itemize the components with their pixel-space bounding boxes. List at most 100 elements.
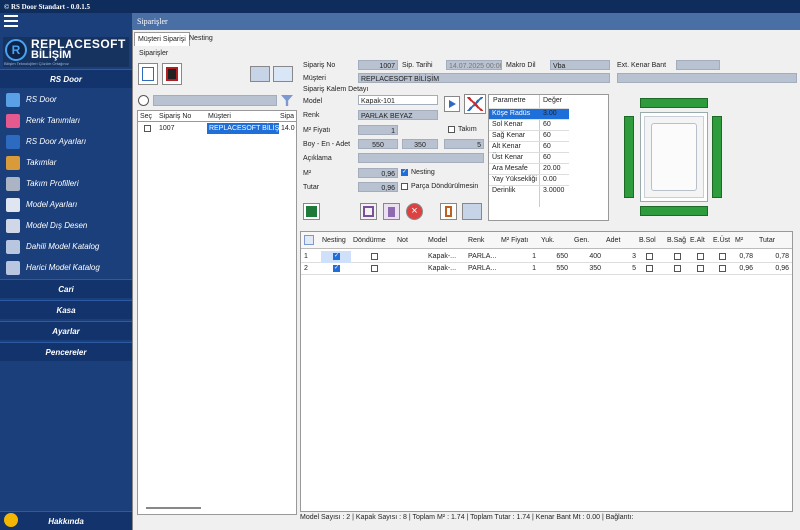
grid-cell-fiyat[interactable]: 1 bbox=[506, 253, 536, 260]
siparis-no-field[interactable]: 1007 bbox=[358, 60, 398, 70]
sidebar-item-7[interactable]: Dahili Model Katalog bbox=[0, 237, 132, 257]
bottom-edge-bar[interactable] bbox=[640, 206, 708, 216]
excel-export-icon[interactable] bbox=[303, 203, 320, 220]
edge-cell-checkbox-0[interactable] bbox=[646, 253, 653, 260]
print-layout-button[interactable] bbox=[162, 63, 182, 85]
en-field[interactable]: 350 bbox=[402, 139, 438, 149]
grid-col-9[interactable]: B.Sol bbox=[639, 237, 656, 244]
section-rs-door[interactable]: RS Door bbox=[0, 69, 132, 88]
left-edge-bar[interactable] bbox=[624, 116, 634, 198]
param-value-cell[interactable]: 20.00 bbox=[543, 165, 561, 172]
eraser-icon[interactable] bbox=[273, 66, 293, 82]
grid-col-6[interactable]: Yuk. bbox=[541, 237, 555, 244]
order-date-cell[interactable]: 14.0 bbox=[281, 125, 295, 132]
print-icon[interactable] bbox=[462, 203, 482, 220]
play-button[interactable] bbox=[444, 96, 460, 112]
makro-dil-select[interactable]: Vba bbox=[550, 60, 610, 70]
renk-select[interactable]: PARLAK BEYAZ bbox=[358, 110, 438, 120]
grid-col-8[interactable]: Adet bbox=[606, 237, 620, 244]
ext-kenar-bant-field[interactable] bbox=[676, 60, 720, 70]
grid-cell-gen[interactable]: 350 bbox=[571, 265, 601, 272]
top-edge-bar[interactable] bbox=[640, 98, 708, 108]
col-sipa[interactable]: Sipa bbox=[280, 113, 294, 120]
printer-icon[interactable] bbox=[250, 66, 270, 82]
sidebar-item-5[interactable]: Model Ayarları bbox=[0, 195, 132, 215]
edge-cell-checkbox-3[interactable] bbox=[719, 253, 726, 260]
grid-cell-tutar[interactable]: 0,96 bbox=[759, 265, 789, 272]
sip-tarihi-field[interactable]: 14.07.2025 00:00 bbox=[446, 60, 502, 70]
grid-cell-model[interactable]: Kapak-... bbox=[428, 265, 456, 272]
section-pencereler[interactable]: Pencereler bbox=[0, 342, 132, 361]
grid-cell-fiyat[interactable]: 1 bbox=[506, 265, 536, 272]
grid-options-icon[interactable] bbox=[304, 235, 314, 245]
col-sec[interactable]: Seç bbox=[140, 113, 152, 120]
boy-field[interactable]: 550 bbox=[358, 139, 398, 149]
section-kasa[interactable]: Kasa bbox=[0, 300, 132, 319]
section-cari[interactable]: Cari bbox=[0, 279, 132, 298]
sidebar-item-0[interactable]: RS Door bbox=[0, 90, 132, 110]
adet-field[interactable]: 5 bbox=[444, 139, 484, 149]
nesting-checkbox[interactable] bbox=[401, 168, 408, 176]
param-value-cell[interactable]: 60 bbox=[543, 121, 551, 128]
dondurme-cell-checkbox[interactable] bbox=[371, 265, 378, 272]
door-preview-icon[interactable] bbox=[440, 203, 457, 220]
edge-cell-checkbox-0[interactable] bbox=[646, 265, 653, 272]
grid-cell-yuk[interactable]: 650 bbox=[538, 253, 568, 260]
dondurme-cell-checkbox[interactable] bbox=[371, 253, 378, 260]
grid-col-4[interactable]: Renk bbox=[468, 237, 484, 244]
param-value-cell[interactable]: 3.0000 bbox=[543, 187, 564, 194]
param-value-cell[interactable]: 60 bbox=[543, 154, 551, 161]
sidebar-item-4[interactable]: Takım Profilleri bbox=[0, 174, 132, 194]
trash-icon[interactable] bbox=[383, 203, 400, 220]
tools-settings-button[interactable] bbox=[464, 94, 486, 114]
new-document-button[interactable] bbox=[138, 63, 158, 85]
edge-cell-checkbox-3[interactable] bbox=[719, 265, 726, 272]
save-icon[interactable] bbox=[360, 203, 377, 220]
grid-cell-yuk[interactable]: 550 bbox=[538, 265, 568, 272]
param-value-cell[interactable]: 60 bbox=[543, 143, 551, 150]
horizontal-scrollbar[interactable] bbox=[146, 507, 201, 509]
grid-col-12[interactable]: E.Üst bbox=[713, 237, 730, 244]
grid-col-1[interactable]: Döndürme bbox=[353, 237, 386, 244]
grid-col-10[interactable]: B.Sağ bbox=[667, 237, 686, 244]
grid-col-3[interactable]: Model bbox=[428, 237, 447, 244]
grid-cell-renk[interactable]: PARLA... bbox=[468, 253, 496, 260]
col-musteri[interactable]: Müşteri bbox=[208, 113, 231, 120]
grid-cell-tutar[interactable]: 0,78 bbox=[759, 253, 789, 260]
m2-fiyati-field[interactable]: 1 bbox=[358, 125, 398, 135]
param-value-cell[interactable]: 3.00 bbox=[543, 110, 557, 117]
grid-col-0[interactable]: Nesting bbox=[322, 237, 346, 244]
tutar-field[interactable]: 0,96 bbox=[358, 182, 398, 192]
sidebar-item-6[interactable]: Model Dış Desen bbox=[0, 216, 132, 236]
section-ayarlar[interactable]: Ayarlar bbox=[0, 321, 132, 340]
grid-cell-adet[interactable]: 3 bbox=[606, 253, 636, 260]
sidebar-item-3[interactable]: Takımlar bbox=[0, 153, 132, 173]
nesting-cell-checkbox[interactable] bbox=[333, 264, 340, 272]
cancel-icon[interactable]: × bbox=[406, 203, 423, 220]
edge-cell-checkbox-2[interactable] bbox=[697, 265, 704, 272]
model-select[interactable]: Kapak-101 bbox=[358, 95, 438, 105]
about-button[interactable]: Hakkında bbox=[0, 511, 132, 530]
grid-cell-adet[interactable]: 5 bbox=[606, 265, 636, 272]
nesting-cell-checkbox[interactable] bbox=[333, 252, 340, 260]
edge-cell-checkbox-2[interactable] bbox=[697, 253, 704, 260]
param-value-cell[interactable]: 60 bbox=[543, 132, 551, 139]
order-select-checkbox[interactable] bbox=[144, 125, 151, 132]
grid-cell-m2[interactable]: 0,78 bbox=[723, 253, 753, 260]
grid-col-14[interactable]: Tutar bbox=[759, 237, 775, 244]
aciklama-field[interactable] bbox=[358, 153, 484, 163]
edge-cell-checkbox-1[interactable] bbox=[674, 265, 681, 272]
sidebar-item-2[interactable]: RS Door Ayarları bbox=[0, 132, 132, 152]
grid-cell-gen[interactable]: 400 bbox=[571, 253, 601, 260]
order-no-cell[interactable]: 1007 bbox=[159, 125, 175, 132]
param-value-cell[interactable]: 0.00 bbox=[543, 176, 557, 183]
sidebar-item-1[interactable]: Renk Tanımları bbox=[0, 111, 132, 131]
grid-col-11[interactable]: E.Alt bbox=[690, 237, 705, 244]
grid-cell-renk[interactable]: PARLA... bbox=[468, 265, 496, 272]
tab-musteri-siparisi[interactable]: Müşteri Siparişi bbox=[134, 32, 190, 46]
parca-dondurulmesin-checkbox[interactable] bbox=[401, 183, 408, 190]
musteri-field[interactable]: REPLACESOFT BİLİŞİM bbox=[358, 73, 610, 83]
order-search-input[interactable] bbox=[153, 95, 277, 106]
grid-col-7[interactable]: Gen. bbox=[574, 237, 589, 244]
grid-cell-model[interactable]: Kapak-... bbox=[428, 253, 456, 260]
